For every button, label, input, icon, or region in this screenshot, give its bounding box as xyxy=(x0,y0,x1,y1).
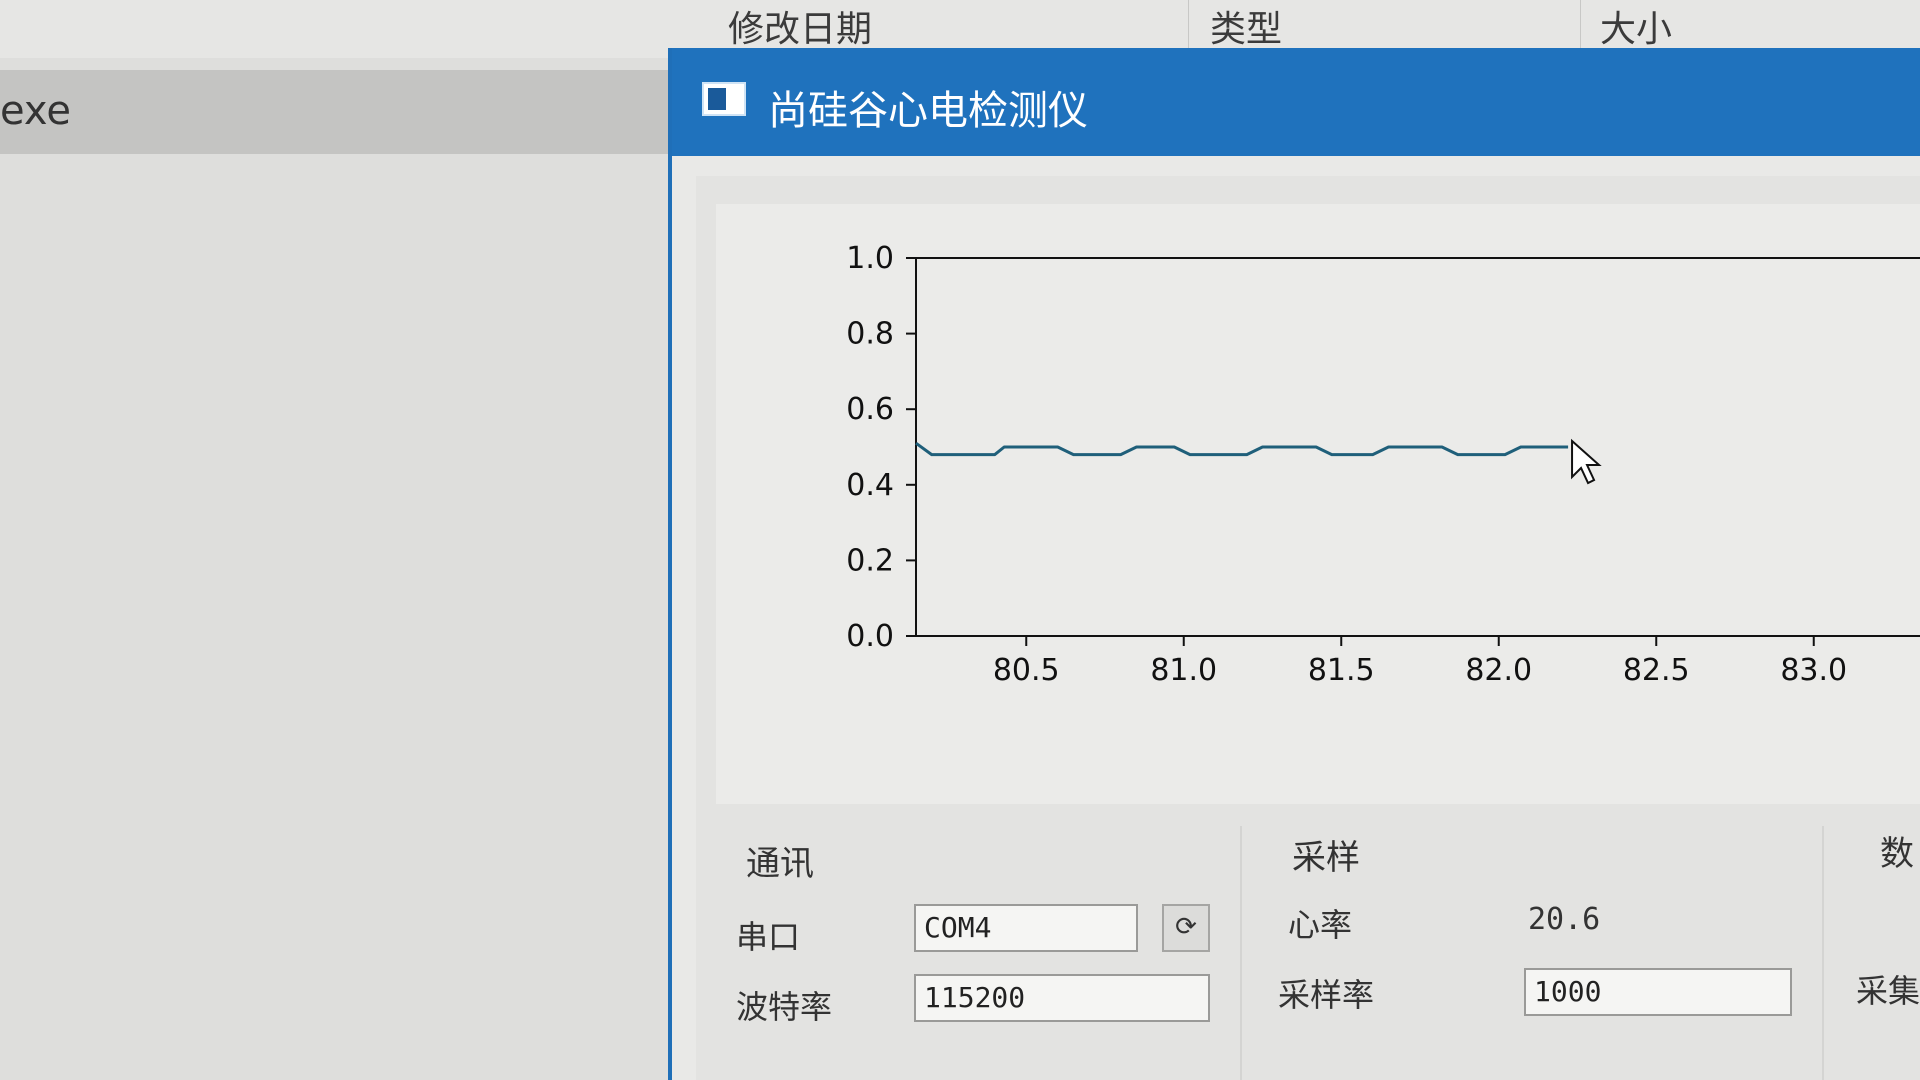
x-tick-label: 80.5 xyxy=(993,653,1060,688)
heart-rate-value: 20.6 xyxy=(1528,902,1601,937)
ecg-line-chart: 0.0 0.2 0.4 0.6 0.8 1.0 80.5 81.0 81.5 82.0 82.5 83… xyxy=(846,241,1920,688)
refresh-port-button[interactable]: ⟳ xyxy=(1162,904,1210,952)
y-tick-label: 1.0 xyxy=(846,241,894,276)
sample-rate-input[interactable]: 1000 xyxy=(1524,968,1792,1016)
column-size[interactable]: 大小 xyxy=(1600,0,1672,52)
y-tick-label: 0.0 xyxy=(846,619,894,654)
file-name: exe xyxy=(0,88,71,134)
column-type[interactable]: 类型 xyxy=(1210,0,1282,52)
y-tick-label: 0.6 xyxy=(846,392,894,427)
baud-rate-label: 波特率 xyxy=(736,988,833,1026)
x-tick-label: 81.5 xyxy=(1308,653,1375,688)
collect-button-label[interactable]: 采集 xyxy=(1856,966,1920,1012)
group-label-sampling: 采样 xyxy=(1292,838,1360,878)
refresh-icon: ⟳ xyxy=(1175,912,1197,942)
group-label-comm: 通讯 xyxy=(746,844,814,884)
ecg-plot-area: 0.0 0.2 0.4 0.6 0.8 1.0 80.5 81.0 81.5 82.0 82.5 83… xyxy=(716,204,1920,804)
window-titlebar[interactable]: 尚硅谷心电检测仪 xyxy=(672,48,1920,156)
baud-rate-input[interactable]: 115200 xyxy=(914,974,1210,1022)
y-tick-label: 0.2 xyxy=(846,543,894,578)
x-tick-label: 82.0 xyxy=(1465,653,1532,688)
window-client-area: 0.0 0.2 0.4 0.6 0.8 1.0 80.5 81.0 81.5 82.0 82.5 83… xyxy=(696,176,1920,1080)
group-label-data: 数 xyxy=(1880,834,1914,874)
port-select[interactable]: COM4 xyxy=(914,904,1138,952)
heart-rate-label: 心率 xyxy=(1288,906,1353,944)
mouse-cursor-icon xyxy=(1571,438,1602,485)
app-window-icon xyxy=(702,82,746,116)
ecg-monitor-window: 尚硅谷心电检测仪 0.0 0.2 0.4 0.6 0.8 1.0 80.5 81.0 81.5 8… xyxy=(668,48,1920,1080)
x-tick-label: 81.0 xyxy=(1150,653,1217,688)
window-title: 尚硅谷心电检测仪 xyxy=(768,88,1088,134)
port-label: 串口 xyxy=(736,918,801,956)
file-row-selected[interactable]: exe xyxy=(0,70,680,154)
x-tick-label: 83.0 xyxy=(1780,653,1847,688)
group-separator xyxy=(1822,826,1824,1080)
ecg-signal-line xyxy=(915,441,1569,457)
y-tick-label: 0.8 xyxy=(846,317,894,352)
x-tick-label: 82.5 xyxy=(1623,653,1690,688)
column-modified-date[interactable]: 修改日期 xyxy=(728,0,872,52)
y-tick-label: 0.4 xyxy=(846,468,894,503)
group-separator xyxy=(1240,826,1242,1080)
sample-rate-label: 采样率 xyxy=(1278,976,1375,1014)
